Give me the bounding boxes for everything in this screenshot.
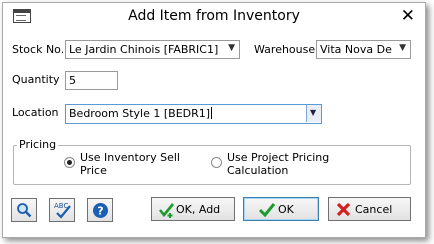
dialog-window: Add Item from Inventory ✕ Stock No. Le J… [2,2,426,238]
help-button[interactable]: ? [87,198,113,222]
cancel-label: Cancel [355,203,393,216]
location-combo[interactable]: Bedroom Style 1 [BEDR1] ▼ [65,104,322,124]
chevron-down-icon: ▼ [310,108,317,117]
help-icon: ? [93,203,108,218]
dialog-title: Add Item from Inventory [128,8,300,24]
spellcheck-icon: ABC [54,202,71,219]
warehouse-value: Vita Nova De [320,43,392,56]
title-bar: Add Item from Inventory ✕ [3,3,425,29]
location-value: Bedroom Style 1 [BEDR1] [69,107,213,120]
spellcheck-button[interactable]: ABC [49,198,75,222]
stock-no-combo[interactable]: Le Jardin Chinois [FABRIC1] ▼ [65,40,240,59]
quantity-label: Quantity [12,73,60,86]
stock-no-label: Stock No. [12,43,65,56]
ok-button[interactable]: OK [243,197,319,221]
magnifier-icon [17,203,32,218]
ok-label: OK [278,203,294,216]
svg-text:?: ? [97,205,103,218]
checkmark-add-icon [158,203,175,218]
cancel-button[interactable]: Cancel [328,197,411,221]
quantity-input[interactable]: 5 [65,71,118,90]
pricing-group-label: Pricing [17,138,59,151]
checkmark-icon [258,203,276,218]
ok-add-button[interactable]: OK, Add [151,197,235,221]
chevron-down-icon[interactable]: ▼ [399,43,406,53]
ok-add-label: OK, Add [176,203,221,216]
inventory-sell-price-label[interactable]: Use Inventory Sell Price [80,151,180,177]
warehouse-combo[interactable]: Vita Nova De ▼ [316,40,411,59]
close-icon[interactable]: ✕ [401,6,415,26]
inventory-sell-price-radio[interactable] [64,157,75,168]
chevron-down-icon[interactable]: ▼ [228,43,235,53]
project-pricing-label[interactable]: Use Project Pricing Calculation [227,151,329,177]
cancel-x-icon [336,202,351,217]
search-button[interactable] [11,198,37,222]
location-label: Location [12,106,59,119]
warehouse-label: Warehouse [254,43,316,56]
project-pricing-radio[interactable] [211,157,222,168]
location-dropdown-button[interactable]: ▼ [306,105,321,122]
stock-no-value: Le Jardin Chinois [FABRIC1] [69,43,219,56]
quantity-value: 5 [69,74,76,87]
